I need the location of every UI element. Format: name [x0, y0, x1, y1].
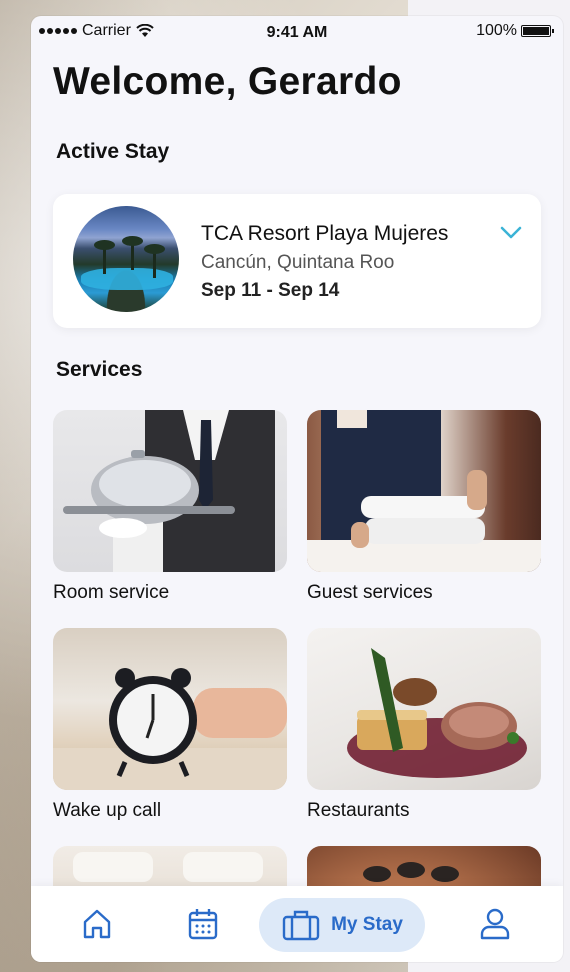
suitcase-icon	[282, 910, 320, 941]
bedroom-photo	[73, 852, 263, 882]
user-icon	[480, 908, 510, 940]
alarm-clock-photo	[53, 668, 287, 790]
waiter-cloche-photo	[63, 410, 275, 572]
phone-screen: Carrier 9:41 AM 100% Welcome, Gerardo Ac…	[31, 16, 563, 962]
services-heading: Services	[56, 358, 143, 381]
restaurants-tile[interactable]	[307, 628, 541, 790]
calendar-icon	[188, 909, 218, 940]
nav-home[interactable]	[77, 904, 117, 944]
active-stay-card[interactable]: TCA Resort Playa Mujeres Cancún, Quintan…	[53, 194, 541, 328]
service-label: Room service	[53, 582, 170, 603]
bottom-nav: My Stay	[31, 886, 563, 962]
resort-photo	[73, 206, 179, 312]
service-label: Restaurants	[307, 800, 410, 821]
service-label: Wake up call	[53, 800, 162, 821]
battery-status: 100%	[476, 22, 554, 40]
active-stay-heading: Active Stay	[56, 140, 170, 163]
page-title: Welcome, Gerardo	[53, 60, 402, 103]
resort-location: Cancún, Quintana Roo	[201, 252, 395, 273]
nav-my-stay[interactable]: My Stay	[259, 898, 425, 952]
chevron-down-icon[interactable]	[499, 224, 523, 242]
spa-stones-photo	[363, 862, 459, 882]
nav-my-stay-label: My Stay	[331, 914, 403, 935]
battery-icon	[521, 25, 554, 37]
room-service-tile[interactable]	[53, 410, 287, 572]
nav-profile[interactable]	[475, 904, 515, 944]
service-label: Guest services	[307, 582, 433, 603]
guest-services-tile[interactable]	[307, 410, 541, 572]
housekeeper-towels-photo	[307, 410, 541, 572]
battery-percent: 100%	[476, 22, 517, 39]
resort-name: TCA Resort Playa Mujeres	[201, 222, 449, 245]
plated-dish-photo	[347, 648, 527, 778]
home-icon	[83, 909, 111, 939]
stay-dates: Sep 11 - Sep 14	[201, 280, 340, 301]
wake-up-call-tile[interactable]	[53, 628, 287, 790]
battery-level	[523, 27, 549, 35]
nav-calendar[interactable]	[183, 904, 223, 944]
status-bar: Carrier 9:41 AM 100%	[31, 16, 563, 48]
